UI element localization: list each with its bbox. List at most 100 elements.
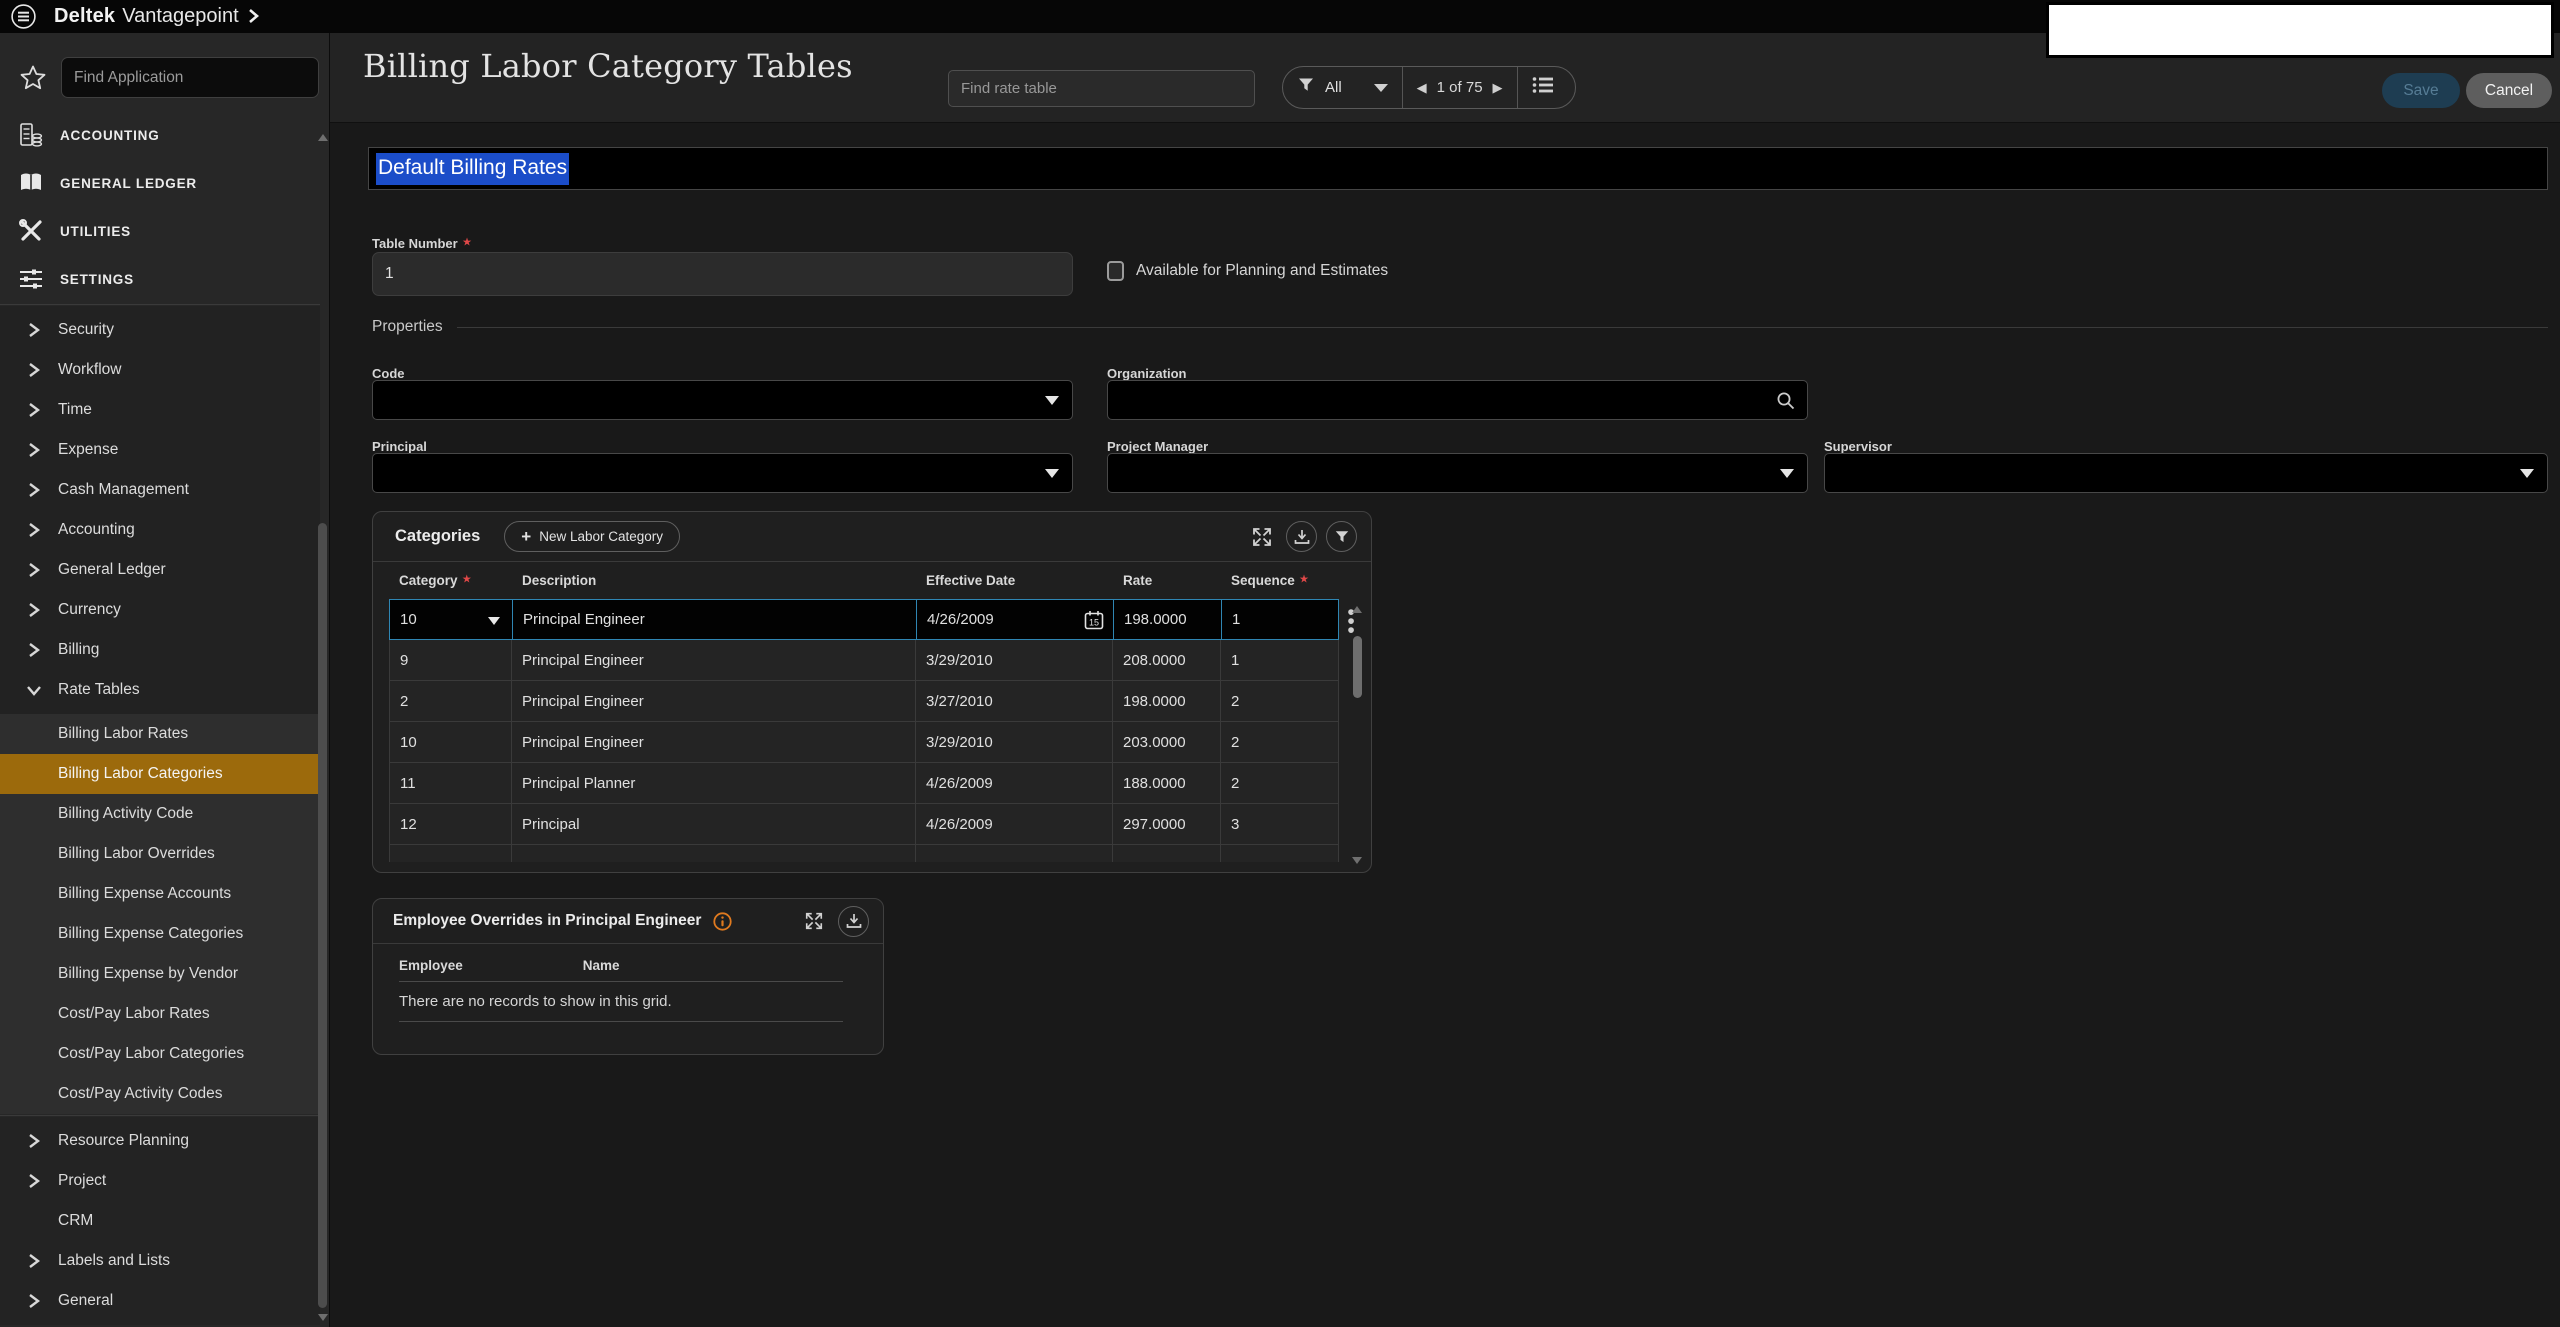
sidebar-item[interactable]: Rate Tables xyxy=(0,670,320,710)
sidebar-item[interactable]: Security xyxy=(0,310,320,350)
filter-funnel-icon[interactable] xyxy=(1297,76,1315,99)
sidebar-item[interactable]: General Ledger xyxy=(0,550,320,590)
list-view-icon[interactable] xyxy=(1532,75,1554,100)
find-rate-table-input[interactable] xyxy=(948,70,1255,107)
cell-description[interactable]: Principal Engineer xyxy=(513,600,917,639)
cell-sequence[interactable]: 1 xyxy=(1221,640,1339,680)
column-header-sequence[interactable]: Sequence★ xyxy=(1221,573,1339,588)
sidebar-item[interactable]: Billing Expense Accounts xyxy=(0,874,320,914)
info-icon[interactable] xyxy=(713,912,732,931)
sidebar-item[interactable]: Billing Activity Code xyxy=(0,794,320,834)
sidebar-item[interactable]: Resource Planning xyxy=(0,1121,320,1161)
export-download-icon[interactable] xyxy=(838,906,869,937)
expand-grid-icon[interactable] xyxy=(1246,521,1277,552)
cell-rate[interactable]: 297.0000 xyxy=(1113,804,1221,844)
cell-effective-date[interactable]: 4/26/2009 15 xyxy=(917,600,1114,639)
sidebar-item[interactable]: Billing xyxy=(0,630,320,670)
scroll-down-arrow-icon[interactable] xyxy=(1352,857,1362,864)
cell-rate[interactable]: 198.0000 xyxy=(1113,681,1221,721)
organization-lookup[interactable] xyxy=(1107,380,1808,420)
cell-effective-date[interactable]: 4/26/2009 15 xyxy=(916,763,1113,803)
scroll-down-arrow-icon[interactable] xyxy=(318,1314,328,1321)
cell-category[interactable]: 2 xyxy=(389,681,512,721)
cell-effective-date[interactable]: 3/29/2010 15 xyxy=(916,640,1113,680)
expand-grid-icon[interactable] xyxy=(798,906,829,937)
table-row[interactable]: 12 Principal 4/26/2009 15 297.0000 3 xyxy=(389,804,1339,845)
cell-effective-date[interactable]: 3/27/2010 15 xyxy=(916,681,1113,721)
column-header-name[interactable]: Name xyxy=(583,958,620,973)
sidebar-item-settings-section[interactable]: SETTINGS xyxy=(0,255,320,303)
cell-rate[interactable]: 208.0000 xyxy=(1113,640,1221,680)
sidebar-scrollbar[interactable] xyxy=(318,128,327,1327)
cell-dropdown-caret-icon[interactable] xyxy=(488,617,500,625)
supervisor-select[interactable] xyxy=(1824,453,2548,493)
planning-checkbox[interactable] xyxy=(1107,261,1124,281)
scroll-up-arrow-icon[interactable] xyxy=(318,134,328,141)
cell-effective-date[interactable]: 4/26/2009 15 xyxy=(916,804,1113,844)
cell-sequence[interactable]: 2 xyxy=(1221,763,1339,803)
table-row[interactable]: 10 Principal Engineer 3/29/2010 15 203.0… xyxy=(389,722,1339,763)
brand-logo[interactable]: Deltek Vantagepoint xyxy=(54,5,259,28)
sidebar-item[interactable]: Cost/Pay Activity Codes xyxy=(0,1074,320,1114)
record-name-input[interactable]: Default Billing Rates xyxy=(368,147,2548,190)
code-select[interactable] xyxy=(372,380,1073,420)
table-row[interactable]: 11 Principal Planner 4/26/2009 15 188.00… xyxy=(389,763,1339,804)
column-header-employee[interactable]: Employee xyxy=(399,958,463,973)
sidebar-item[interactable]: Billing Labor Categories xyxy=(0,754,320,794)
table-row[interactable]: 10 Principal Engineer 4/26/2009 15 198.0… xyxy=(389,599,1339,640)
find-application-input[interactable] xyxy=(61,57,319,98)
filter-selected-value[interactable]: All xyxy=(1325,79,1342,96)
sidebar-item[interactable]: Billing Labor Overrides xyxy=(0,834,320,874)
principal-select[interactable] xyxy=(372,453,1073,493)
cell-description[interactable]: Principal Engineer xyxy=(512,681,916,721)
cell-description[interactable]: Principal Engineer xyxy=(512,640,916,680)
cell-category[interactable]: 11 xyxy=(389,763,512,803)
sidebar-item[interactable]: General xyxy=(0,1281,320,1321)
sidebar-item[interactable]: Billing Labor Rates xyxy=(0,714,320,754)
favorites-star-icon[interactable] xyxy=(18,63,48,93)
sidebar-item[interactable]: Cost/Pay Labor Rates xyxy=(0,994,320,1034)
next-record-icon[interactable]: ▶ xyxy=(1493,80,1503,96)
column-header-description[interactable]: Description xyxy=(512,573,916,588)
cell-sequence[interactable]: 1 xyxy=(1222,600,1340,639)
sidebar-item[interactable]: Accounting xyxy=(0,510,320,550)
column-header-category[interactable]: Category★ xyxy=(389,573,512,588)
table-row[interactable]: 2 Principal Engineer 3/27/2010 15 198.00… xyxy=(389,681,1339,722)
cell-category[interactable]: 10 xyxy=(390,600,513,639)
grid-filter-funnel-icon[interactable] xyxy=(1326,521,1357,552)
sidebar-item[interactable]: Currency xyxy=(0,590,320,630)
new-labor-category-button[interactable]: + New Labor Category xyxy=(504,521,680,552)
cell-sequence[interactable]: 3 xyxy=(1221,804,1339,844)
table-row[interactable]: 9 Principal Engineer 3/29/2010 15 208.00… xyxy=(389,640,1339,681)
grid-scrollbar[interactable] xyxy=(1351,604,1364,866)
sidebar-item[interactable]: Time xyxy=(0,390,320,430)
sidebar-item[interactable]: Cash Management xyxy=(0,470,320,510)
cell-description[interactable]: Principal Planner xyxy=(512,763,916,803)
filter-dropdown-caret-icon[interactable] xyxy=(1374,84,1388,92)
cell-category[interactable]: 12 xyxy=(389,804,512,844)
sidebar-item[interactable]: Billing Expense Categories xyxy=(0,914,320,954)
sidebar-item-general-ledger-section[interactable]: GENERAL LEDGER xyxy=(0,159,320,207)
sidebar-item-accounting-section[interactable]: ACCOUNTING xyxy=(0,122,320,159)
cell-description[interactable]: Principal xyxy=(512,804,916,844)
sidebar-item[interactable]: Workflow xyxy=(0,350,320,390)
cell-rate[interactable]: 188.0000 xyxy=(1113,763,1221,803)
cell-sequence[interactable]: 2 xyxy=(1221,681,1339,721)
previous-record-icon[interactable]: ◀ xyxy=(1417,80,1427,96)
export-download-icon[interactable] xyxy=(1286,521,1317,552)
cell-sequence[interactable]: 2 xyxy=(1221,722,1339,762)
sidebar-item[interactable]: Billing Expense by Vendor xyxy=(0,954,320,994)
save-button[interactable]: Save xyxy=(2382,73,2460,108)
cell-description[interactable]: Principal Engineer xyxy=(512,722,916,762)
project-manager-select[interactable] xyxy=(1107,453,1808,493)
scroll-up-arrow-icon[interactable] xyxy=(1352,606,1362,613)
cell-rate[interactable]: 203.0000 xyxy=(1113,722,1221,762)
column-header-rate[interactable]: Rate xyxy=(1113,573,1221,588)
cell-category[interactable]: 10 xyxy=(389,722,512,762)
column-header-effective-date[interactable]: Effective Date xyxy=(916,573,1113,588)
sidebar-item[interactable]: CRM xyxy=(0,1201,320,1241)
sidebar-item[interactable]: Labels and Lists xyxy=(0,1241,320,1281)
sidebar-item[interactable]: Expense xyxy=(0,430,320,470)
calendar-icon[interactable]: 15 xyxy=(1083,609,1105,635)
cancel-button[interactable]: Cancel xyxy=(2466,73,2552,108)
